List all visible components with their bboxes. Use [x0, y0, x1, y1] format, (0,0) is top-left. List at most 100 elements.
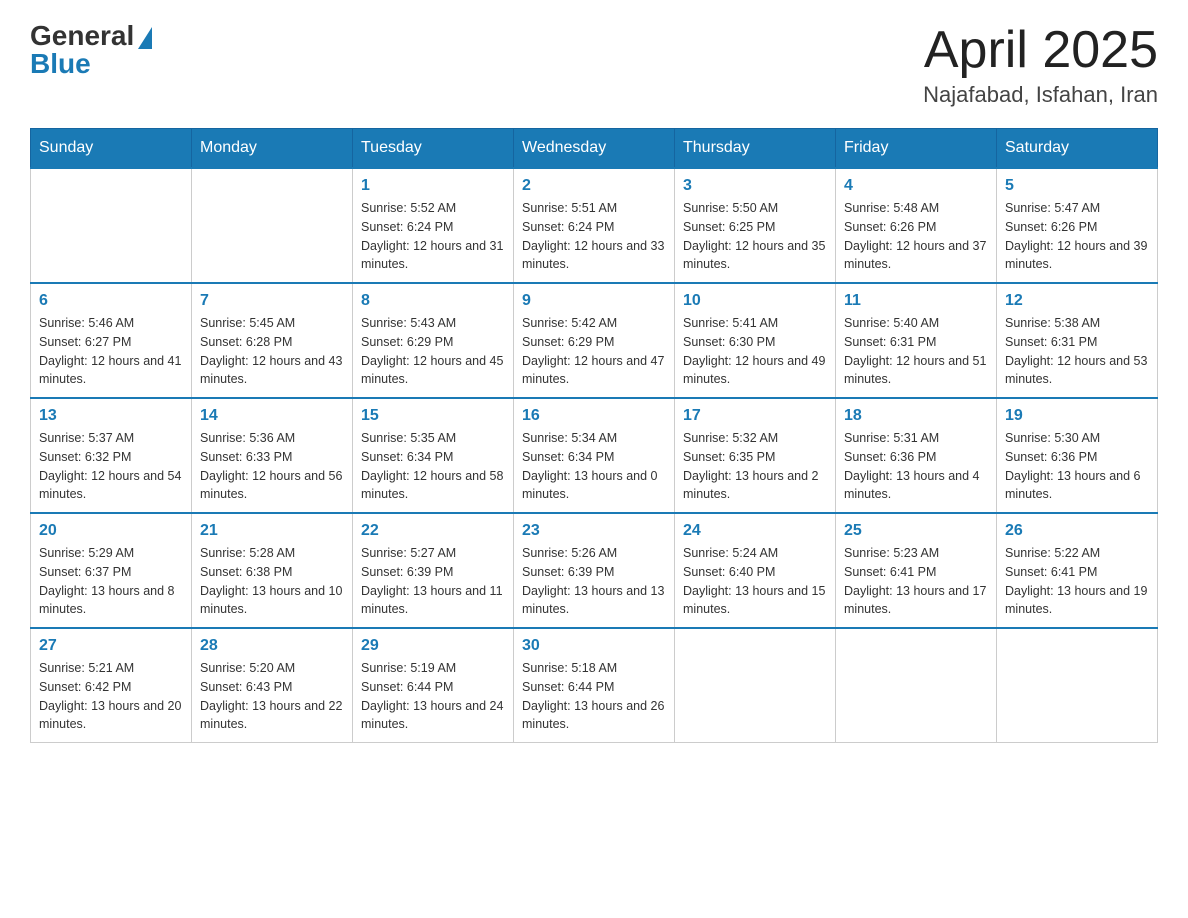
- day-number: 25: [844, 522, 988, 540]
- calendar-cell: 29 Sunrise: 5:19 AMSunset: 6:44 PMDayligh…: [353, 628, 514, 743]
- day-info: Sunrise: 5:22 AMSunset: 6:41 PMDaylight:…: [1005, 544, 1149, 619]
- day-info: Sunrise: 5:29 AMSunset: 6:37 PMDaylight:…: [39, 544, 183, 619]
- calendar-week-row: 6 Sunrise: 5:46 AMSunset: 6:27 PMDaylight…: [31, 283, 1158, 398]
- calendar-cell: 12Sunrise: 5:38 AMSunset: 6:31 PMDayligh…: [997, 283, 1158, 398]
- day-of-week-header: Monday: [192, 129, 353, 169]
- calendar-cell: 6 Sunrise: 5:46 AMSunset: 6:27 PMDaylight…: [31, 283, 192, 398]
- day-info: Sunrise: 5:51 AMSunset: 6:24 PMDaylight:…: [522, 199, 666, 274]
- day-number: 13: [39, 407, 183, 425]
- day-number: 7: [200, 292, 344, 310]
- day-info: Sunrise: 5:46 AMSunset: 6:27 PMDaylight:…: [39, 314, 183, 389]
- calendar-cell: 18 Sunrise: 5:31 AMSunset: 6:36 PMDayligh…: [836, 398, 997, 513]
- calendar-week-row: 1 Sunrise: 5:52 AMSunset: 6:24 PMDaylight…: [31, 168, 1158, 283]
- day-info: Sunrise: 5:23 AMSunset: 6:41 PMDaylight:…: [844, 544, 988, 619]
- day-info: Sunrise: 5:47 AMSunset: 6:26 PMDaylight:…: [1005, 199, 1149, 274]
- day-number: 17: [683, 407, 827, 425]
- calendar-header-row: SundayMondayTuesdayWednesdayThursdayFrid…: [31, 129, 1158, 169]
- day-number: 5: [1005, 177, 1149, 195]
- calendar-cell: 26 Sunrise: 5:22 AMSunset: 6:41 PMDayligh…: [997, 513, 1158, 628]
- day-info: Sunrise: 5:36 AMSunset: 6:33 PMDaylight:…: [200, 429, 344, 504]
- day-of-week-header: Friday: [836, 129, 997, 169]
- day-number: 6: [39, 292, 183, 310]
- day-number: 15: [361, 407, 505, 425]
- day-number: 14: [200, 407, 344, 425]
- day-info: Sunrise: 5:21 AMSunset: 6:42 PMDaylight:…: [39, 659, 183, 734]
- day-info: Sunrise: 5:42 AMSunset: 6:29 PMDaylight:…: [522, 314, 666, 389]
- calendar-cell: 27 Sunrise: 5:21 AMSunset: 6:42 PMDayligh…: [31, 628, 192, 743]
- calendar-cell: 7Sunrise: 5:45 AMSunset: 6:28 PMDaylight…: [192, 283, 353, 398]
- calendar-cell: 5 Sunrise: 5:47 AMSunset: 6:26 PMDaylight…: [997, 168, 1158, 283]
- day-number: 4: [844, 177, 988, 195]
- day-info: Sunrise: 5:20 AMSunset: 6:43 PMDaylight:…: [200, 659, 344, 734]
- day-info: Sunrise: 5:26 AMSunset: 6:39 PMDaylight:…: [522, 544, 666, 619]
- day-info: Sunrise: 5:24 AMSunset: 6:40 PMDaylight:…: [683, 544, 827, 619]
- logo-blue-text: Blue: [30, 48, 91, 80]
- day-number: 20: [39, 522, 183, 540]
- logo-triangle-icon: [138, 27, 152, 49]
- day-number: 26: [1005, 522, 1149, 540]
- calendar-cell: 9 Sunrise: 5:42 AMSunset: 6:29 PMDaylight…: [514, 283, 675, 398]
- day-info: Sunrise: 5:19 AMSunset: 6:44 PMDaylight:…: [361, 659, 505, 734]
- calendar-cell: 8 Sunrise: 5:43 AMSunset: 6:29 PMDaylight…: [353, 283, 514, 398]
- day-info: Sunrise: 5:28 AMSunset: 6:38 PMDaylight:…: [200, 544, 344, 619]
- day-info: Sunrise: 5:50 AMSunset: 6:25 PMDaylight:…: [683, 199, 827, 274]
- day-number: 9: [522, 292, 666, 310]
- day-number: 18: [844, 407, 988, 425]
- calendar-cell: 25 Sunrise: 5:23 AMSunset: 6:41 PMDayligh…: [836, 513, 997, 628]
- calendar-week-row: 27 Sunrise: 5:21 AMSunset: 6:42 PMDayligh…: [31, 628, 1158, 743]
- day-number: 2: [522, 177, 666, 195]
- day-number: 27: [39, 637, 183, 655]
- day-info: Sunrise: 5:34 AMSunset: 6:34 PMDaylight:…: [522, 429, 666, 504]
- day-number: 11: [844, 292, 988, 310]
- day-info: Sunrise: 5:18 AMSunset: 6:44 PMDaylight:…: [522, 659, 666, 734]
- day-info: Sunrise: 5:32 AMSunset: 6:35 PMDaylight:…: [683, 429, 827, 504]
- day-info: Sunrise: 5:31 AMSunset: 6:36 PMDaylight:…: [844, 429, 988, 504]
- calendar-cell: 14 Sunrise: 5:36 AMSunset: 6:33 PMDayligh…: [192, 398, 353, 513]
- day-number: 19: [1005, 407, 1149, 425]
- day-info: Sunrise: 5:43 AMSunset: 6:29 PMDaylight:…: [361, 314, 505, 389]
- calendar-cell: 16 Sunrise: 5:34 AMSunset: 6:34 PMDayligh…: [514, 398, 675, 513]
- day-number: 30: [522, 637, 666, 655]
- calendar-cell: [192, 168, 353, 283]
- day-number: 12: [1005, 292, 1149, 310]
- day-number: 1: [361, 177, 505, 195]
- day-of-week-header: Sunday: [31, 129, 192, 169]
- title-section: April 2025 Najafabad, Isfahan, Iran: [923, 20, 1158, 108]
- calendar-cell: 4 Sunrise: 5:48 AMSunset: 6:26 PMDaylight…: [836, 168, 997, 283]
- calendar-cell: 10Sunrise: 5:41 AMSunset: 6:30 PMDayligh…: [675, 283, 836, 398]
- calendar-cell: 13Sunrise: 5:37 AMSunset: 6:32 PMDayligh…: [31, 398, 192, 513]
- calendar-cell: [836, 628, 997, 743]
- calendar-cell: 21 Sunrise: 5:28 AMSunset: 6:38 PMDayligh…: [192, 513, 353, 628]
- calendar-cell: 24 Sunrise: 5:24 AMSunset: 6:40 PMDayligh…: [675, 513, 836, 628]
- calendar-cell: 11Sunrise: 5:40 AMSunset: 6:31 PMDayligh…: [836, 283, 997, 398]
- calendar-cell: 19 Sunrise: 5:30 AMSunset: 6:36 PMDayligh…: [997, 398, 1158, 513]
- day-number: 28: [200, 637, 344, 655]
- calendar-cell: 30 Sunrise: 5:18 AMSunset: 6:44 PMDayligh…: [514, 628, 675, 743]
- calendar-cell: 3 Sunrise: 5:50 AMSunset: 6:25 PMDaylight…: [675, 168, 836, 283]
- calendar-cell: [997, 628, 1158, 743]
- day-number: 10: [683, 292, 827, 310]
- day-info: Sunrise: 5:35 AMSunset: 6:34 PMDaylight:…: [361, 429, 505, 504]
- logo: General Blue: [30, 20, 152, 80]
- location-subtitle: Najafabad, Isfahan, Iran: [923, 82, 1158, 108]
- day-number: 8: [361, 292, 505, 310]
- calendar-cell: 17 Sunrise: 5:32 AMSunset: 6:35 PMDayligh…: [675, 398, 836, 513]
- day-info: Sunrise: 5:27 AMSunset: 6:39 PMDaylight:…: [361, 544, 505, 619]
- page-header: General Blue April 2025 Najafabad, Isfah…: [30, 20, 1158, 108]
- calendar-week-row: 20 Sunrise: 5:29 AMSunset: 6:37 PMDayligh…: [31, 513, 1158, 628]
- calendar-cell: 22Sunrise: 5:27 AMSunset: 6:39 PMDayligh…: [353, 513, 514, 628]
- day-info: Sunrise: 5:48 AMSunset: 6:26 PMDaylight:…: [844, 199, 988, 274]
- day-of-week-header: Tuesday: [353, 129, 514, 169]
- day-number: 21: [200, 522, 344, 540]
- calendar-cell: 20 Sunrise: 5:29 AMSunset: 6:37 PMDayligh…: [31, 513, 192, 628]
- day-number: 29: [361, 637, 505, 655]
- calendar-cell: [31, 168, 192, 283]
- day-number: 16: [522, 407, 666, 425]
- day-of-week-header: Saturday: [997, 129, 1158, 169]
- day-number: 24: [683, 522, 827, 540]
- day-info: Sunrise: 5:52 AMSunset: 6:24 PMDaylight:…: [361, 199, 505, 274]
- day-info: Sunrise: 5:30 AMSunset: 6:36 PMDaylight:…: [1005, 429, 1149, 504]
- calendar-cell: 28 Sunrise: 5:20 AMSunset: 6:43 PMDayligh…: [192, 628, 353, 743]
- day-number: 3: [683, 177, 827, 195]
- calendar-week-row: 13Sunrise: 5:37 AMSunset: 6:32 PMDayligh…: [31, 398, 1158, 513]
